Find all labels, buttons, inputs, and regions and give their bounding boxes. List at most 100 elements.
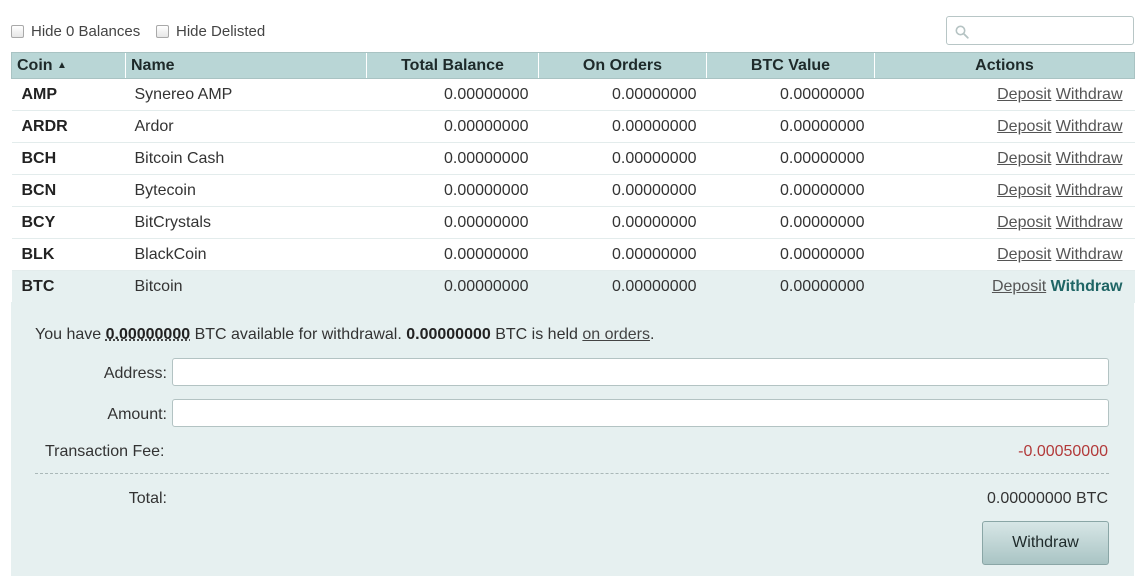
column-header-on-orders[interactable]: On Orders	[538, 52, 707, 79]
on-orders-link[interactable]: on orders	[582, 326, 650, 343]
withdraw-link[interactable]: Withdraw	[1056, 118, 1123, 135]
total-balance-cell: 0.00000000	[366, 174, 539, 207]
column-header-coin[interactable]: Coin ▲	[11, 52, 126, 79]
name-cell: Bytecoin	[125, 174, 367, 207]
search-box[interactable]	[946, 16, 1134, 45]
total-balance-cell: 0.00000000	[366, 78, 539, 111]
actions-cell: Deposit Withdraw	[874, 270, 1135, 303]
deposit-link[interactable]: Deposit	[997, 214, 1051, 231]
btc-value-cell: 0.00000000	[706, 78, 875, 111]
name-cell: Bitcoin Cash	[125, 142, 367, 175]
total-label: Total:	[128, 490, 167, 507]
withdraw-link[interactable]: Withdraw	[1056, 214, 1123, 231]
on-orders-cell: 0.00000000	[538, 142, 707, 175]
btc-value-cell: 0.00000000	[706, 174, 875, 207]
info-mid2: BTC is held	[495, 326, 578, 343]
info-suffix: .	[649, 326, 655, 343]
table-row: ARDR Ardor 0.00000000 0.00000000 0.00000000 D…	[11, 110, 1135, 143]
name-cell: BitCrystals	[125, 206, 367, 239]
available-amount[interactable]: 0.00000000	[106, 326, 191, 343]
on-orders-cell: 0.00000000	[538, 174, 707, 207]
btc-value-cell: 0.00000000	[706, 270, 875, 303]
info-mid: BTC available for withdrawal.	[194, 326, 402, 343]
checkbox-box[interactable]	[11, 25, 24, 38]
coin-cell: ARDR	[11, 110, 126, 143]
btc-value-cell: 0.00000000	[706, 110, 875, 143]
hide-zero-balances-checkbox[interactable]: Hide 0 Balances	[11, 23, 140, 40]
info-prefix: You have	[35, 326, 102, 343]
btc-value-cell: 0.00000000	[706, 238, 875, 271]
table-row: BTC Bitcoin 0.00000000 0.00000000 0.00000000…	[11, 270, 1135, 303]
column-header-actions: Actions	[874, 52, 1135, 79]
on-orders-cell: 0.00000000	[538, 78, 707, 111]
total-balance-cell: 0.00000000	[366, 270, 539, 303]
deposit-link[interactable]: Deposit	[997, 118, 1051, 135]
table-row: BLK BlackCoin 0.00000000 0.00000000 0.000000…	[11, 238, 1135, 271]
address-label: Address:	[103, 365, 167, 382]
withdraw-button[interactable]: Withdraw	[982, 521, 1109, 565]
coin-cell: AMP	[11, 78, 126, 111]
total-balance-cell: 0.00000000	[366, 238, 539, 271]
coin-cell: BTC	[11, 270, 126, 303]
actions-cell: Deposit Withdraw	[874, 142, 1135, 175]
column-header-total-balance[interactable]: Total Balance	[366, 52, 539, 79]
actions-cell: Deposit Withdraw	[874, 206, 1135, 239]
table-row: BCY BitCrystals 0.00000000 0.00000000 0.0000…	[11, 206, 1135, 239]
on-orders-cell: 0.00000000	[538, 110, 707, 143]
amount-label: Amount:	[107, 406, 167, 423]
checkbox-box[interactable]	[156, 25, 169, 38]
btc-value-cell: 0.00000000	[706, 206, 875, 239]
deposit-link[interactable]: Deposit	[992, 278, 1046, 295]
total-value: 0.00000000 BTC	[987, 490, 1108, 507]
column-header-name[interactable]: Name	[125, 52, 367, 79]
withdraw-link[interactable]: Withdraw	[1056, 86, 1123, 103]
on-orders-cell: 0.00000000	[538, 206, 707, 239]
deposit-link[interactable]: Deposit	[997, 86, 1051, 103]
actions-cell: Deposit Withdraw	[874, 238, 1135, 271]
on-orders-cell: 0.00000000	[538, 238, 707, 271]
name-cell: Bitcoin	[125, 270, 367, 303]
total-balance-cell: 0.00000000	[366, 142, 539, 175]
withdraw-link[interactable]: Withdraw	[1051, 278, 1123, 295]
coin-cell: BCN	[11, 174, 126, 207]
address-input[interactable]	[172, 358, 1109, 386]
dashed-divider	[35, 473, 1109, 474]
sort-ascending-icon: ▲	[57, 59, 67, 71]
name-cell: Synereo AMP	[125, 78, 367, 111]
coin-cell: BCY	[11, 206, 126, 239]
table-row: BCH Bitcoin Cash 0.00000000 0.00000000 0.000…	[11, 142, 1135, 175]
search-icon	[955, 25, 969, 39]
filter-bar: Hide 0 Balances Hide Delisted	[0, 0, 1141, 52]
withdraw-link[interactable]: Withdraw	[1056, 246, 1123, 263]
deposit-link[interactable]: Deposit	[997, 182, 1051, 199]
amount-input[interactable]	[172, 399, 1109, 427]
actions-cell: Deposit Withdraw	[874, 174, 1135, 207]
total-balance-cell: 0.00000000	[366, 110, 539, 143]
hide-delisted-checkbox[interactable]: Hide Delisted	[156, 23, 265, 40]
hide-zero-balances-label: Hide 0 Balances	[31, 23, 141, 40]
transaction-fee-label: Transaction Fee:	[45, 443, 165, 460]
actions-cell: Deposit Withdraw	[874, 110, 1135, 143]
actions-cell: Deposit Withdraw	[874, 78, 1135, 111]
column-header-coin-label: Coin	[17, 56, 53, 74]
transaction-fee-value: -0.00050000	[1018, 443, 1108, 460]
balances-table: Coin ▲ Name Total Balance On Orders BTC …	[11, 52, 1135, 303]
withdraw-link[interactable]: Withdraw	[1056, 150, 1123, 167]
table-header-row: Coin ▲ Name Total Balance On Orders BTC …	[11, 52, 1135, 79]
deposit-link[interactable]: Deposit	[997, 150, 1051, 167]
name-cell: Ardor	[125, 110, 367, 143]
withdraw-panel: You have 0.00000000 BTC available for wi…	[11, 302, 1134, 576]
held-amount: 0.00000000	[406, 326, 491, 343]
total-balance-cell: 0.00000000	[366, 206, 539, 239]
withdraw-link[interactable]: Withdraw	[1056, 182, 1123, 199]
table-row: AMP Synereo AMP 0.00000000 0.00000000 0.0000…	[11, 78, 1135, 111]
withdraw-info-text: You have 0.00000000 BTC available for wi…	[35, 326, 654, 344]
btc-value-cell: 0.00000000	[706, 142, 875, 175]
coin-cell: BCH	[11, 142, 126, 175]
on-orders-cell: 0.00000000	[538, 270, 707, 303]
coin-cell: BLK	[11, 238, 126, 271]
deposit-link[interactable]: Deposit	[997, 246, 1051, 263]
name-cell: BlackCoin	[125, 238, 367, 271]
hide-delisted-label: Hide Delisted	[176, 23, 266, 40]
column-header-btc-value[interactable]: BTC Value	[706, 52, 875, 79]
